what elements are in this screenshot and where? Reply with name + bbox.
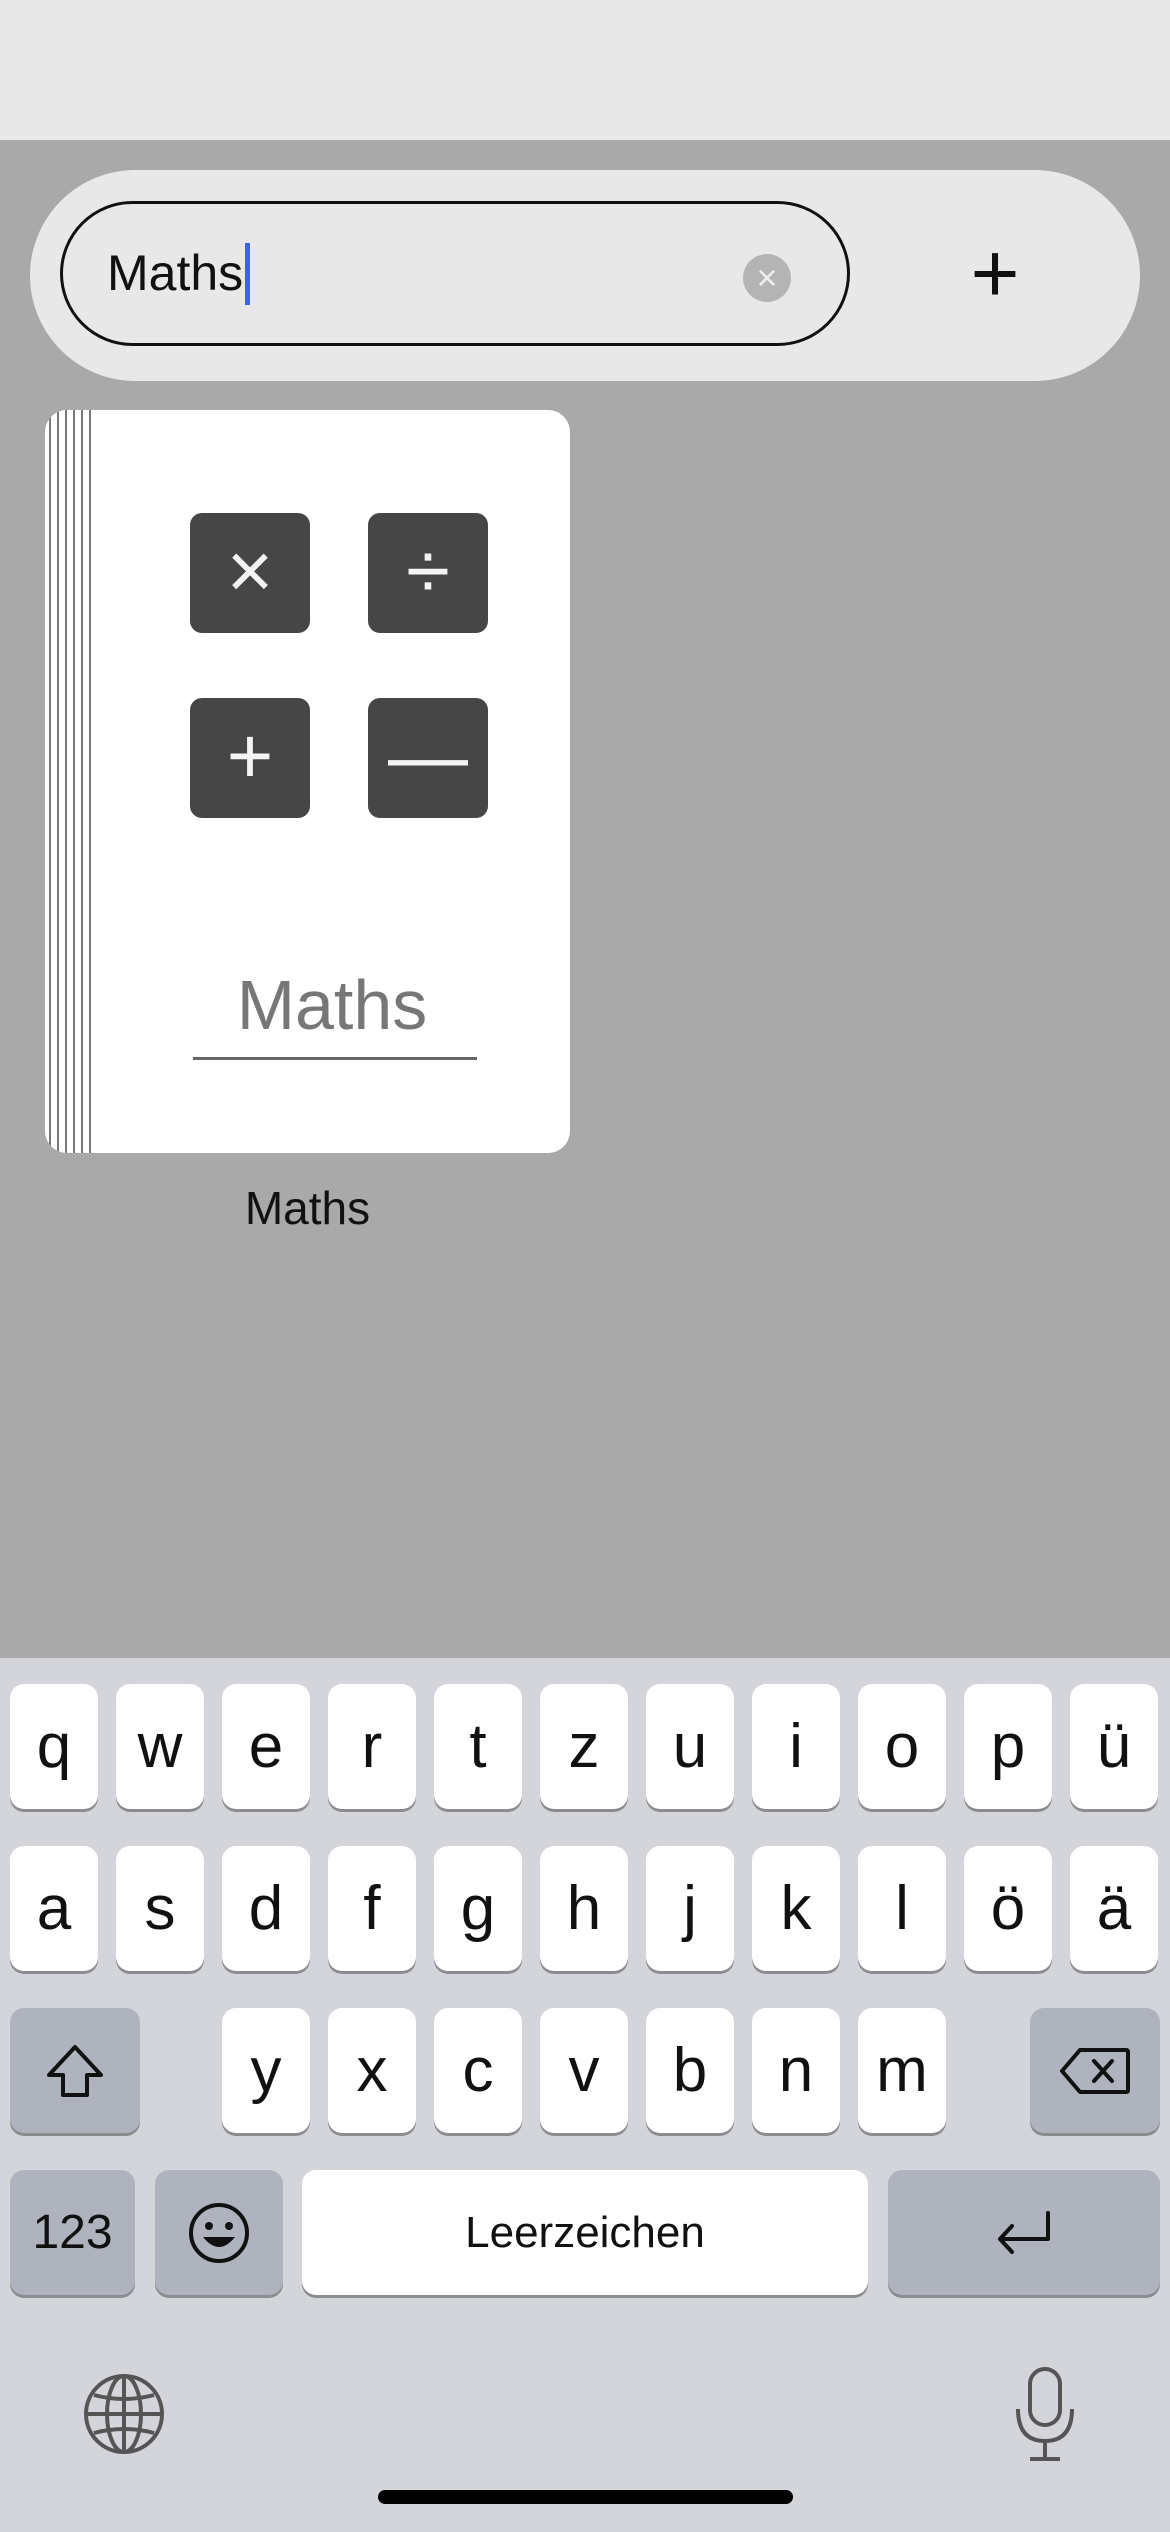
key-y[interactable]: y xyxy=(222,2008,310,2133)
text-caret xyxy=(245,242,251,305)
key-s[interactable]: s xyxy=(116,1846,204,1971)
key-l[interactable]: l xyxy=(858,1846,946,1971)
microphone-icon[interactable] xyxy=(1010,2365,1080,2465)
key-w[interactable]: w xyxy=(116,1684,204,1809)
minus-icon: — xyxy=(368,698,488,818)
home-indicator[interactable] xyxy=(378,2490,793,2504)
key-m[interactable]: m xyxy=(858,2008,946,2133)
notebook-card[interactable]: × ÷ + — Maths xyxy=(45,410,570,1153)
key-e[interactable]: e xyxy=(222,1684,310,1809)
search-input-text: Maths xyxy=(107,204,251,343)
key-g[interactable]: g xyxy=(434,1846,522,1971)
search-value: Maths xyxy=(107,245,244,301)
key-c[interactable]: c xyxy=(434,2008,522,2133)
search-panel: Maths × + xyxy=(30,170,1140,381)
key-h[interactable]: h xyxy=(540,1846,628,1971)
key-o[interactable]: o xyxy=(858,1684,946,1809)
backspace-key[interactable] xyxy=(1030,2008,1160,2133)
key-b[interactable]: b xyxy=(646,2008,734,2133)
clear-icon[interactable]: × xyxy=(743,254,791,302)
status-bar xyxy=(0,0,1170,140)
shift-key[interactable] xyxy=(10,2008,140,2133)
space-key[interactable]: Leerzeichen xyxy=(302,2170,868,2295)
key-a[interactable]: a xyxy=(10,1846,98,1971)
key-d[interactable]: d xyxy=(222,1846,310,1971)
key-t[interactable]: t xyxy=(434,1684,522,1809)
key-j[interactable]: j xyxy=(646,1846,734,1971)
search-input[interactable]: Maths × xyxy=(60,201,850,346)
keyboard: q w e r t z u i o p ü a s d f g h j k l … xyxy=(0,1658,1170,2532)
key-o-umlaut[interactable]: ö xyxy=(964,1846,1052,1971)
divide-icon: ÷ xyxy=(368,513,488,633)
multiply-icon: × xyxy=(190,513,310,633)
key-i[interactable]: i xyxy=(752,1684,840,1809)
key-a-umlaut[interactable]: ä xyxy=(1070,1846,1158,1971)
cover-underline xyxy=(193,1057,477,1060)
key-x[interactable]: x xyxy=(328,2008,416,2133)
globe-icon[interactable] xyxy=(80,2370,168,2458)
cover-title: Maths xyxy=(236,966,428,1044)
key-r[interactable]: r xyxy=(328,1684,416,1809)
add-button[interactable]: + xyxy=(940,220,1050,330)
emoji-icon xyxy=(189,2202,249,2263)
backspace-icon xyxy=(1060,2047,1130,2094)
key-n[interactable]: n xyxy=(752,2008,840,2133)
numbers-key[interactable]: 123 xyxy=(10,2170,135,2295)
key-z[interactable]: z xyxy=(540,1684,628,1809)
key-v[interactable]: v xyxy=(540,2008,628,2133)
plus-icon: + xyxy=(190,698,310,818)
shift-icon xyxy=(47,2044,103,2097)
notebook-caption: Maths xyxy=(244,1182,371,1234)
return-icon xyxy=(998,2210,1050,2254)
key-u[interactable]: u xyxy=(646,1684,734,1809)
key-p[interactable]: p xyxy=(964,1684,1052,1809)
key-u-umlaut[interactable]: ü xyxy=(1070,1684,1158,1809)
return-key[interactable] xyxy=(888,2170,1160,2295)
key-k[interactable]: k xyxy=(752,1846,840,1971)
key-q[interactable]: q xyxy=(10,1684,98,1809)
key-f[interactable]: f xyxy=(328,1846,416,1971)
emoji-key[interactable] xyxy=(155,2170,283,2295)
notebook-spine xyxy=(45,410,93,1153)
